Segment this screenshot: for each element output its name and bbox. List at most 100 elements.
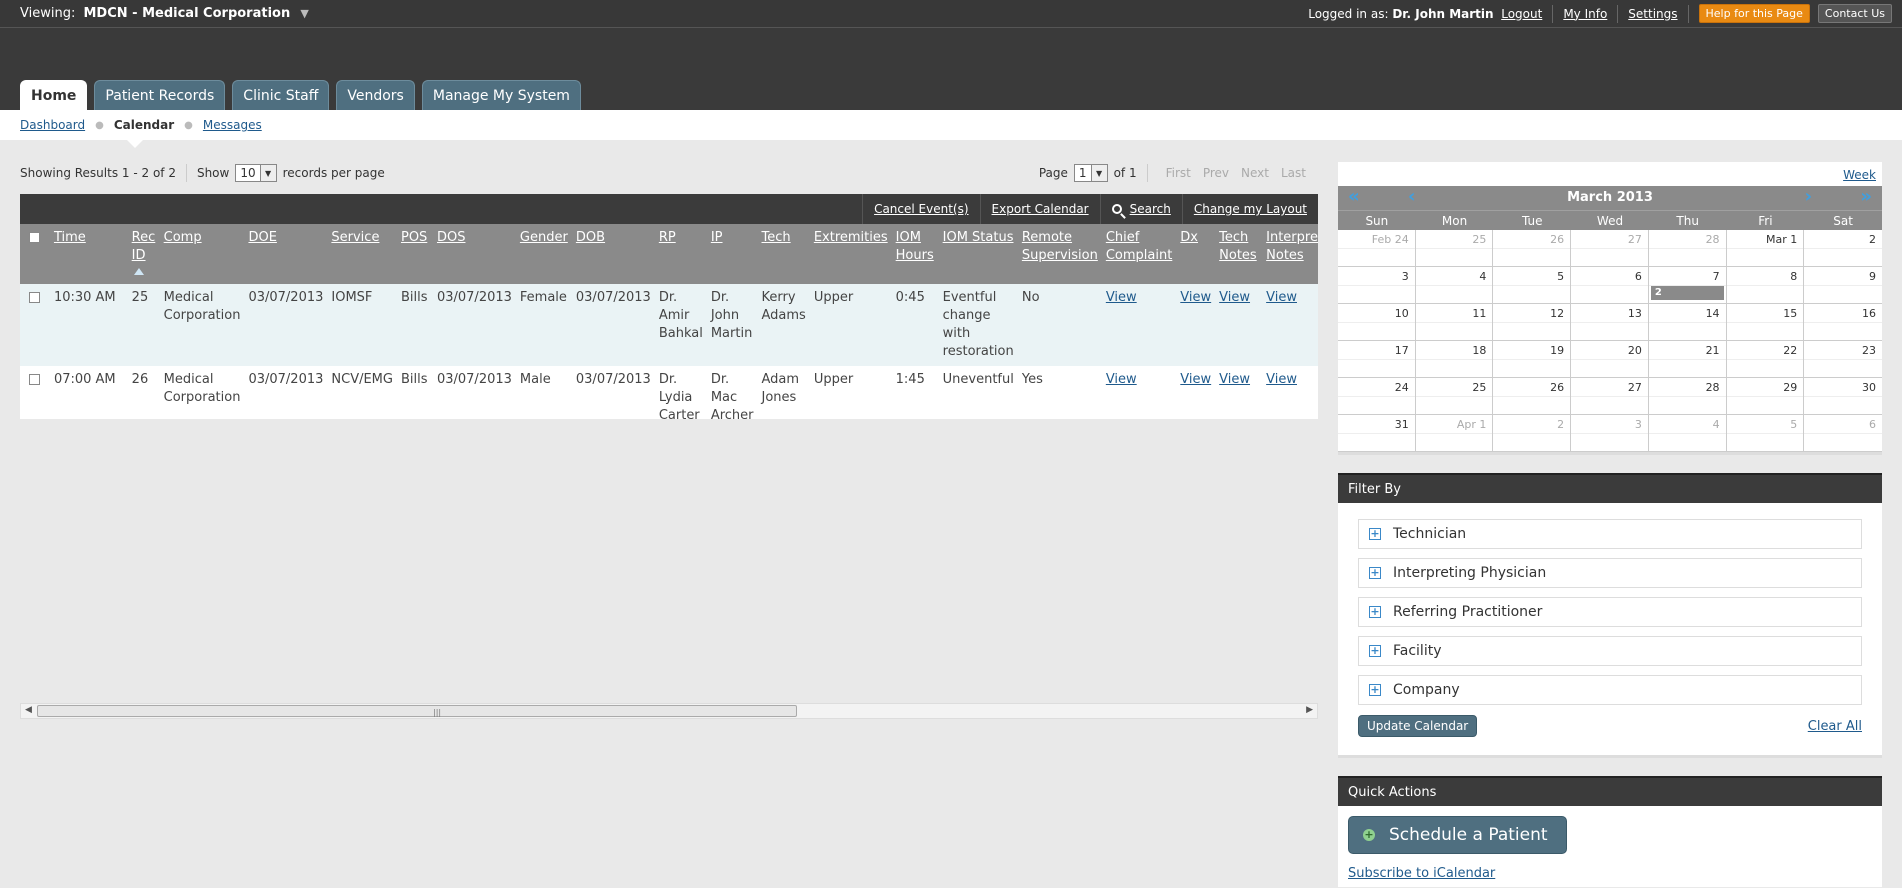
cancel-events-link[interactable]: Cancel Event(s)	[862, 194, 979, 224]
calendar-day[interactable]: 29	[1726, 378, 1805, 415]
col-remote-supervision-link[interactable]: Remote Supervision	[1022, 230, 1098, 263]
calendar-day[interactable]: 6	[1571, 267, 1649, 304]
col-interpretation-notes-link[interactable]: Interpretation Notes	[1266, 230, 1318, 263]
filter-item[interactable]: + Referring Practitioner	[1358, 597, 1862, 627]
week-view-link[interactable]: Week	[1843, 168, 1876, 182]
col-dx-link[interactable]: Dx	[1180, 230, 1198, 245]
col-tech-link[interactable]: Tech	[762, 230, 791, 245]
subscribe-icalendar-link[interactable]: Subscribe to iCalendar	[1348, 866, 1872, 881]
calendar-day[interactable]: 27	[1571, 230, 1649, 267]
caret-down-icon[interactable]: ▼	[300, 7, 308, 20]
calendar-day[interactable]: 23	[1804, 341, 1882, 378]
calendar-day[interactable]: 16	[1804, 304, 1882, 341]
calendar-day[interactable]: 4	[1648, 415, 1727, 452]
calendar-day[interactable]: 21	[1648, 341, 1727, 378]
col-dob-link[interactable]: DOB	[576, 230, 605, 245]
calendar-day[interactable]: 22	[1726, 341, 1805, 378]
col-ip-link[interactable]: IP	[711, 230, 723, 245]
filter-item[interactable]: + Company	[1358, 675, 1862, 705]
chief-complaint-view-link[interactable]: View	[1106, 372, 1137, 387]
calendar-day[interactable]: 2	[1493, 415, 1572, 452]
calendar-day[interactable]: 15	[1726, 304, 1805, 341]
calendar-day[interactable]: 12	[1493, 304, 1572, 341]
calendar-day[interactable]: 3	[1338, 267, 1416, 304]
expand-plus-icon[interactable]: +	[1369, 528, 1381, 540]
col-dos-link[interactable]: DOS	[437, 230, 466, 245]
expand-plus-icon[interactable]: +	[1369, 684, 1381, 696]
calendar-day[interactable]: 10	[1338, 304, 1416, 341]
calendar-day[interactable]: 26	[1493, 378, 1572, 415]
expand-plus-icon[interactable]: +	[1369, 606, 1381, 618]
interpretation-notes-view-link[interactable]: View	[1266, 290, 1297, 305]
tab-patient-records[interactable]: Patient Records	[94, 80, 226, 110]
calendar-day[interactable]: 2	[1804, 230, 1882, 267]
calendar-day[interactable]: 27	[1571, 378, 1649, 415]
calendar-day[interactable]: 26	[1493, 230, 1572, 267]
tech-notes-view-link[interactable]: View	[1219, 372, 1250, 387]
select-all-checkbox[interactable]	[29, 232, 40, 243]
calendar-day[interactable]: Apr 1	[1415, 415, 1494, 452]
col-iom-hours-link[interactable]: IOM Hours	[896, 230, 934, 263]
next-year-icon[interactable]: »	[1860, 186, 1872, 208]
col-time-link[interactable]: Time	[54, 230, 86, 245]
col-chief-complaint-link[interactable]: Chief Complaint	[1106, 230, 1172, 263]
calendar-day[interactable]: 72	[1648, 267, 1727, 304]
calendar-day[interactable]: 19	[1493, 341, 1572, 378]
dx-view-link[interactable]: View	[1180, 372, 1211, 387]
col-tech-notes-link[interactable]: Tech Notes	[1219, 230, 1257, 263]
export-calendar-link[interactable]: Export Calendar	[979, 194, 1100, 224]
last-page-link[interactable]: Last	[1281, 166, 1306, 180]
interpretation-notes-view-link[interactable]: View	[1266, 372, 1297, 387]
row-checkbox[interactable]	[29, 374, 40, 385]
calendar-day[interactable]: 5	[1493, 267, 1572, 304]
tech-notes-view-link[interactable]: View	[1219, 290, 1250, 305]
calendar-day[interactable]: Feb 24	[1338, 230, 1416, 267]
schedule-patient-button[interactable]: + Schedule a Patient	[1348, 816, 1567, 854]
filter-item[interactable]: + Facility	[1358, 636, 1862, 666]
filter-item[interactable]: + Interpreting Physician	[1358, 558, 1862, 588]
prev-month-icon[interactable]: ‹	[1408, 186, 1415, 208]
row-checkbox[interactable]	[29, 292, 40, 303]
calendar-day[interactable]: 31	[1338, 415, 1416, 452]
next-month-icon[interactable]: ›	[1805, 186, 1812, 208]
col-service-link[interactable]: Service	[331, 230, 379, 245]
col-extremities-link[interactable]: Extremities	[814, 230, 888, 245]
scrollbar-thumb[interactable]: |||	[37, 705, 797, 717]
chevron-down-icon[interactable]: ▼	[1090, 165, 1107, 181]
calendar-day[interactable]: 5	[1726, 415, 1805, 452]
subnav-messages[interactable]: Messages	[203, 118, 262, 132]
viewing-selector[interactable]: Viewing: MDCN - Medical Corporation ▼	[20, 6, 309, 21]
logout-link[interactable]: Logout	[1501, 7, 1542, 21]
calendar-day[interactable]: 28	[1648, 230, 1727, 267]
filter-item[interactable]: + Technician	[1358, 519, 1862, 549]
horizontal-scrollbar[interactable]: ◀ ||| ▶	[20, 703, 1318, 719]
prev-page-link[interactable]: Prev	[1203, 166, 1229, 180]
calendar-day[interactable]: Mar 1	[1726, 230, 1805, 267]
first-page-link[interactable]: First	[1166, 166, 1191, 180]
calendar-day[interactable]: 28	[1648, 378, 1727, 415]
scroll-left-icon[interactable]: ◀	[25, 705, 32, 715]
update-calendar-button[interactable]: Update Calendar	[1358, 715, 1478, 737]
col-rp-link[interactable]: RP	[659, 230, 676, 245]
search-link[interactable]: Search	[1099, 194, 1182, 224]
settings-link[interactable]: Settings	[1628, 7, 1677, 21]
col-doe-link[interactable]: DOE	[248, 230, 276, 245]
scroll-right-icon[interactable]: ▶	[1306, 705, 1313, 715]
dx-view-link[interactable]: View	[1180, 290, 1211, 305]
tab-clinic-staff[interactable]: Clinic Staff	[232, 80, 330, 110]
prev-year-icon[interactable]: «	[1348, 186, 1360, 208]
event-count-badge[interactable]: 2	[1650, 286, 1724, 300]
calendar-day[interactable]: 11	[1415, 304, 1494, 341]
subnav-dashboard[interactable]: Dashboard	[20, 118, 85, 132]
calendar-day[interactable]: 8	[1726, 267, 1805, 304]
col-iom-status-link[interactable]: IOM Status	[943, 230, 1014, 245]
col-pos-link[interactable]: POS	[401, 230, 427, 245]
calendar-day[interactable]: 13	[1571, 304, 1649, 341]
my-info-link[interactable]: My Info	[1563, 7, 1607, 21]
calendar-day[interactable]: 25	[1415, 230, 1494, 267]
next-page-link[interactable]: Next	[1241, 166, 1269, 180]
calendar-day[interactable]: 6	[1804, 415, 1882, 452]
tab-home[interactable]: Home	[20, 80, 88, 110]
calendar-day[interactable]: 17	[1338, 341, 1416, 378]
expand-plus-icon[interactable]: +	[1369, 645, 1381, 657]
